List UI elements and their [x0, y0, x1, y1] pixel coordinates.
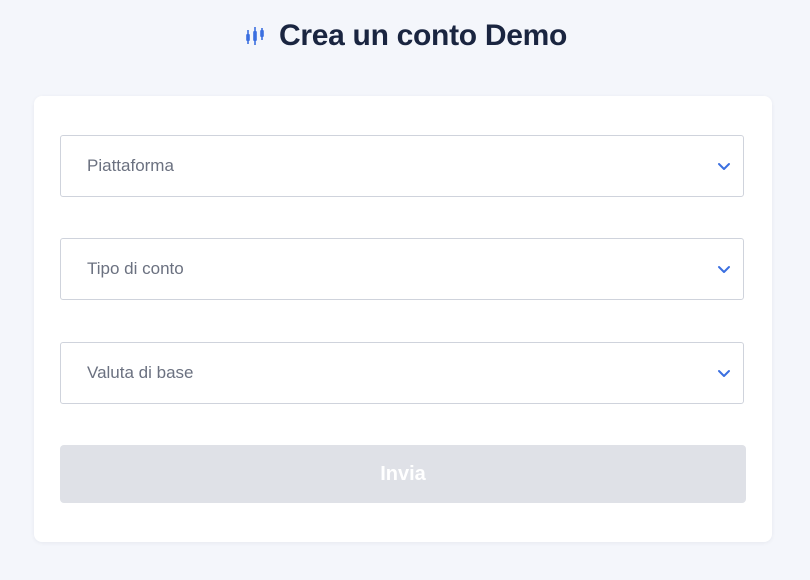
page-title: Crea un conto Demo	[279, 19, 567, 52]
chevron-down-icon	[717, 262, 731, 276]
platform-select[interactable]: Piattaforma	[60, 135, 744, 197]
page-header: Crea un conto Demo	[0, 14, 810, 58]
chevron-down-icon	[717, 366, 731, 380]
chevron-down-icon	[717, 159, 731, 173]
candlestick-chart-icon	[243, 24, 267, 48]
platform-select-placeholder: Piattaforma	[87, 156, 174, 175]
submit-button[interactable]: Invia	[60, 445, 746, 503]
demo-account-form: Piattaforma Tipo di conto Valuta di base…	[34, 96, 772, 542]
base-currency-select[interactable]: Valuta di base	[60, 342, 744, 404]
account-type-select[interactable]: Tipo di conto	[60, 238, 744, 300]
base-currency-select-placeholder: Valuta di base	[87, 363, 194, 382]
account-type-select-placeholder: Tipo di conto	[87, 259, 184, 278]
